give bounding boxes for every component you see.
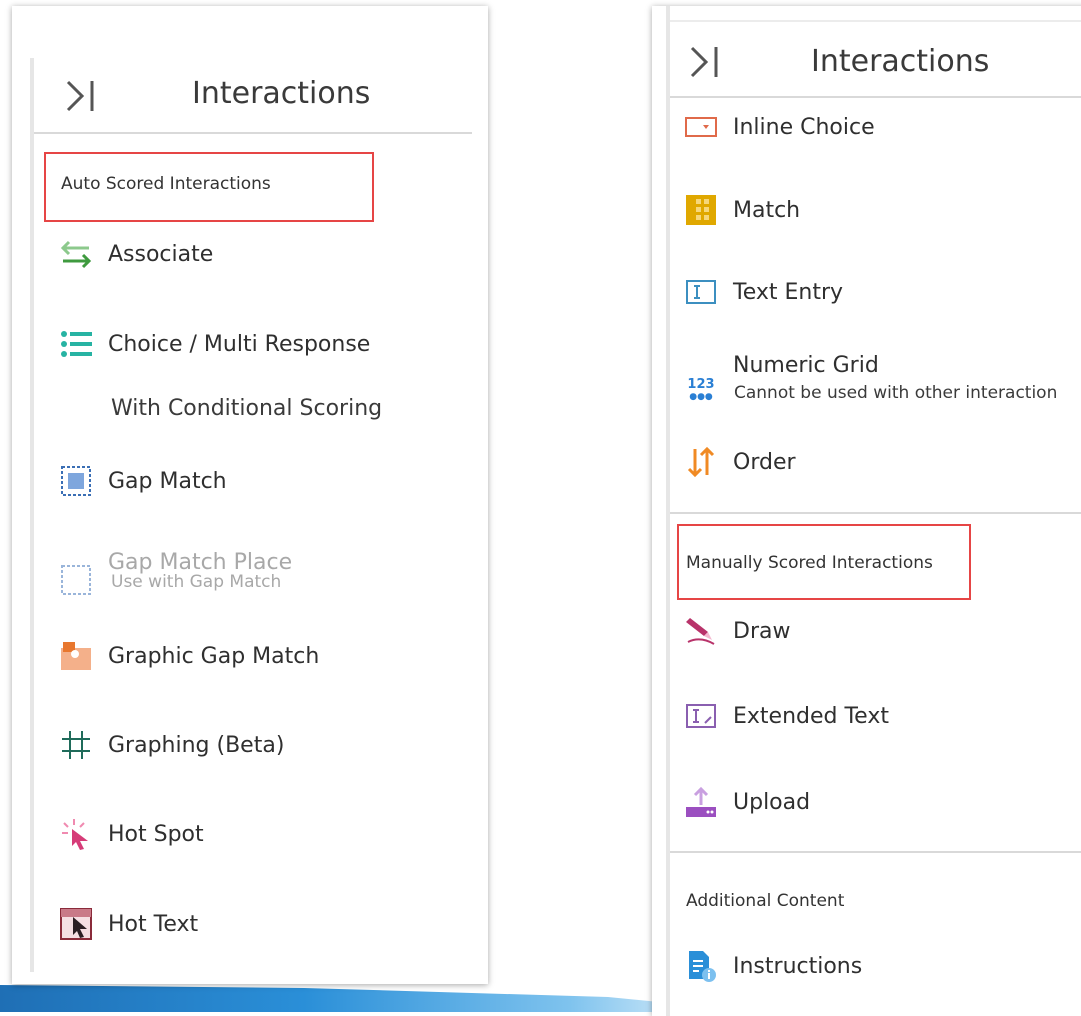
interaction-item-choice-multi-response[interactable]: Choice / Multi Response — [58, 326, 370, 362]
item-label: Choice / Multi Response — [108, 331, 371, 357]
item-label: Draw — [733, 618, 791, 644]
interaction-item-order[interactable]: Order — [683, 444, 796, 480]
interaction-item-graphic-gap-match[interactable]: Graphic Gap Match — [58, 638, 319, 674]
associate-icon — [58, 236, 94, 272]
graphing-grid-icon — [58, 727, 94, 763]
inline-choice-icon — [683, 109, 719, 145]
interaction-item-gap-match[interactable]: Gap Match — [58, 463, 227, 499]
panel-header: Interactions — [670, 20, 1081, 98]
panel-edge-bar — [30, 58, 34, 972]
section-title-manually-scored: Manually Scored Interactions — [686, 553, 933, 573]
item-label: Hot Spot — [108, 821, 204, 847]
upload-icon — [683, 784, 719, 820]
interaction-item-upload[interactable]: Upload — [683, 784, 810, 820]
instructions-icon — [683, 948, 719, 984]
section-divider — [670, 851, 1081, 853]
item-label: Hot Text — [108, 911, 199, 937]
interaction-item-associate[interactable]: Associate — [58, 236, 213, 272]
interaction-item-instructions[interactable]: Instructions — [683, 948, 862, 984]
collapse-right-icon[interactable] — [688, 44, 722, 80]
match-grid-icon — [683, 192, 719, 228]
item-label: Associate — [108, 241, 214, 267]
item-label: Match — [733, 197, 801, 223]
interaction-item-extended-text[interactable]: Extended Text — [683, 698, 889, 734]
interactions-panel-right: Interactions Inline Choice Match Text En… — [652, 6, 1081, 1016]
item-sub-label: Cannot be used with other interaction — [734, 383, 1058, 403]
hot-text-icon — [58, 906, 94, 942]
text-entry-icon — [683, 274, 719, 310]
panel-title: Interactions — [192, 76, 371, 111]
graphic-gap-match-icon — [58, 638, 94, 674]
interaction-item-hot-spot[interactable]: Hot Spot — [58, 816, 204, 852]
interaction-item-graphing[interactable]: Graphing (Beta) — [58, 727, 284, 763]
item-label: Order — [733, 449, 796, 475]
item-label: Graphing (Beta) — [108, 732, 285, 758]
item-sub-label: Use with Gap Match — [111, 572, 282, 592]
extended-text-icon — [683, 698, 719, 734]
interaction-item-text-entry[interactable]: Text Entry — [683, 274, 843, 310]
item-label: Text Entry — [733, 279, 844, 305]
section-title-auto-scored: Auto Scored Interactions — [61, 174, 271, 194]
interactions-panel-left: Interactions Auto Scored Interactions As… — [12, 6, 488, 984]
interaction-item-inline-choice[interactable]: Inline Choice — [683, 109, 875, 145]
interaction-item-match[interactable]: Match — [683, 192, 800, 228]
choice-list-icon — [58, 326, 94, 362]
order-arrows-icon — [683, 444, 719, 480]
item-label: Upload — [733, 789, 811, 815]
item-label: Gap Match Place — [108, 549, 293, 575]
item-label: Extended Text — [733, 703, 889, 729]
item-label: Numeric Grid — [733, 352, 879, 378]
section-divider — [670, 512, 1081, 514]
item-label: Gap Match — [108, 468, 227, 494]
item-sub-label[interactable]: With Conditional Scoring — [111, 396, 382, 421]
gap-match-place-icon — [58, 562, 94, 598]
gap-match-icon — [58, 463, 94, 499]
draw-pen-icon — [683, 613, 719, 649]
panel-title: Interactions — [811, 44, 990, 79]
panel-header: Interactions — [34, 58, 472, 134]
numeric-grid-icon: 123 ●●● — [687, 377, 715, 403]
section-title-additional-content: Additional Content — [686, 891, 845, 911]
item-label: Graphic Gap Match — [108, 643, 320, 669]
panel-edge-bar — [666, 6, 670, 1016]
hot-spot-icon — [58, 816, 94, 852]
interaction-item-hot-text[interactable]: Hot Text — [58, 906, 198, 942]
item-label: Instructions — [733, 953, 863, 979]
collapse-right-icon[interactable] — [64, 78, 98, 114]
interaction-item-draw[interactable]: Draw — [683, 613, 790, 649]
item-label: Inline Choice — [733, 114, 875, 140]
